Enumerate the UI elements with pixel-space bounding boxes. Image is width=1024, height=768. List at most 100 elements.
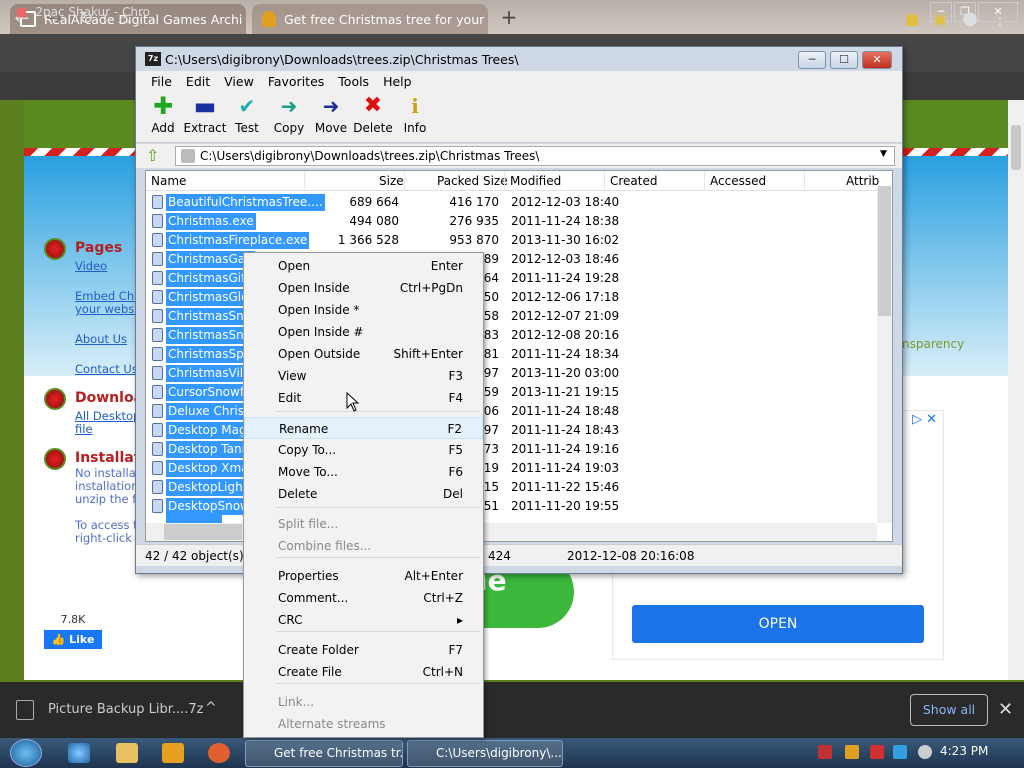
context-item-open-inside[interactable]: Open Inside * [244, 299, 483, 321]
file-name: BeautifulChristmasTree.... [166, 194, 325, 211]
column-divider[interactable] [604, 171, 605, 191]
info-icon: i [411, 94, 419, 118]
taskbar-task-chrome[interactable]: Get free Christmas tr... [245, 740, 403, 767]
menu-help[interactable]: Help [376, 71, 419, 91]
context-item-label: Open Inside * [278, 303, 360, 317]
context-item-open-inside[interactable]: Open Inside # [244, 321, 483, 343]
context-item-open-inside[interactable]: Open Inside Ctrl+PgDn [244, 277, 483, 299]
column-divider[interactable] [404, 171, 405, 191]
tray-search-icon[interactable] [845, 745, 859, 759]
context-item-view[interactable]: View F3 [244, 365, 483, 387]
column-divider[interactable] [304, 171, 305, 191]
tray-antivirus-icon[interactable] [818, 745, 832, 759]
contact-link[interactable]: Contact Us [75, 362, 138, 376]
info-button[interactable]: i Info [393, 95, 437, 135]
context-item-move-to[interactable]: Move To... F6 [244, 461, 483, 483]
context-item-edit[interactable]: Edit F4 [244, 387, 483, 409]
tray-flag-icon[interactable] [870, 745, 884, 759]
paint-icon[interactable] [208, 743, 230, 763]
col-accessed[interactable]: Accessed [710, 174, 766, 188]
move-button[interactable]: ➜ Move [309, 95, 353, 135]
context-item-alternate-streams[interactable]: Alternate streams [244, 713, 483, 735]
menu-tools[interactable]: Tools [331, 71, 376, 91]
video-link[interactable]: Video [75, 259, 107, 273]
column-divider[interactable] [804, 171, 805, 191]
ad-choices-icon[interactable]: ▷ ✕ [912, 412, 937, 427]
col-packed-size[interactable]: Packed Size [437, 174, 508, 188]
context-item-delete[interactable]: Delete Del [244, 483, 483, 505]
context-item-create-file[interactable]: Create File Ctrl+N [244, 661, 483, 683]
list-horizontal-thumb[interactable] [164, 524, 242, 540]
explorer-folder-icon[interactable] [116, 743, 138, 763]
context-item-label: Properties [278, 569, 339, 583]
col-size[interactable]: Size [379, 174, 404, 188]
context-item-crc[interactable]: CRC ▸ [244, 609, 483, 631]
tray-volume-icon[interactable] [918, 745, 932, 759]
context-item-copy-to[interactable]: Copy To... F5 [244, 439, 483, 461]
context-item-open-outside[interactable]: Open Outside Shift+Enter [244, 343, 483, 365]
chevron-up-icon[interactable]: ^ [205, 700, 217, 716]
close-icon[interactable]: ✕ [998, 699, 1013, 720]
taskbar-task-7zip[interactable]: C:\Users\digibrony\... [407, 740, 563, 767]
context-item-create-folder[interactable]: Create Folder F7 [244, 639, 483, 661]
col-created[interactable]: Created [610, 174, 658, 188]
page-scrollbar-thumb[interactable] [1011, 125, 1021, 170]
delete-button[interactable]: ✖ Delete [351, 95, 395, 136]
bookmark-item[interactable]: ■ 2pac Shakur - Chro [16, 5, 150, 19]
embed-link-2[interactable]: your websi [75, 302, 137, 316]
media-player-icon[interactable] [162, 743, 184, 763]
kebab-menu-icon[interactable]: ⋮ [988, 8, 1012, 30]
up-folder-icon[interactable]: ⇧ [146, 147, 164, 165]
menu-view[interactable]: View [217, 71, 261, 91]
ad-open-button[interactable]: OPEN [632, 605, 924, 643]
test-button[interactable]: ✔ Test [225, 95, 269, 135]
chevron-down-icon[interactable]: ▼ [880, 149, 887, 159]
context-item-properties[interactable]: Properties Alt+Enter [244, 565, 483, 587]
facebook-like-button[interactable]: 👍 Like [44, 630, 102, 649]
about-link[interactable]: About Us [75, 332, 127, 346]
show-all-button[interactable]: Show all [910, 694, 988, 726]
start-button-icon[interactable] [10, 739, 42, 767]
file-link[interactable]: file [75, 422, 93, 436]
new-tab-plus-icon[interactable]: + [498, 6, 520, 28]
table-row[interactable]: ChristmasFireplace.exe 1 366 528 953 870 20… [147, 231, 877, 250]
extract-button[interactable]: ▬ Extract [183, 94, 227, 135]
close-window-icon[interactable]: ✕ [862, 51, 892, 69]
download-item[interactable]: Picture Backup Libr....7z [48, 702, 204, 717]
copy-button[interactable]: ➜ Copy [267, 95, 311, 135]
column-divider[interactable] [504, 171, 505, 191]
add-button[interactable]: ✚ Add [141, 94, 185, 135]
page-scrollbar[interactable] [1008, 100, 1024, 680]
minimize-icon[interactable]: ─ [798, 51, 826, 69]
context-item-split-file[interactable]: Split file... [244, 513, 483, 535]
menu-favorites[interactable]: Favorites [261, 71, 331, 91]
col-modified[interactable]: Modified [510, 174, 561, 188]
extension-square-icon[interactable]: ▣ [928, 8, 952, 30]
context-item-label: Create Folder [278, 643, 359, 657]
tray-network-icon[interactable] [893, 745, 907, 759]
all-desktop-link[interactable]: All Desktop [75, 409, 140, 423]
table-row[interactable]: BeautifulChristmasTree.... 689 664 416 170… [147, 193, 877, 212]
context-item-open[interactable]: Open Enter [244, 255, 483, 277]
col-attrib[interactable]: Attrib [846, 174, 879, 188]
context-item-rename[interactable]: Rename F2 [244, 417, 483, 439]
context-item-comment[interactable]: Comment... Ctrl+Z [244, 587, 483, 609]
col-name[interactable]: Name [151, 174, 186, 188]
maximize-icon[interactable]: ☐ [830, 51, 858, 69]
context-item-label: Open Inside # [278, 325, 364, 339]
extension-puzzle-icon[interactable]: ■ [900, 8, 924, 30]
info-label: Info [403, 121, 427, 135]
list-vertical-thumb[interactable] [878, 186, 891, 316]
menu-edit[interactable]: Edit [179, 71, 217, 91]
address-field[interactable]: C:\Users\digibrony\Downloads\trees.zip\C… [175, 146, 895, 166]
toolbar: ✚ Add ▬ Extract ✔ Test ➜ Copy ➜ Move ✖ D… [136, 91, 902, 143]
column-divider[interactable] [704, 171, 705, 191]
context-item-link[interactable]: Link... [244, 691, 483, 713]
menu-file[interactable]: File [144, 71, 179, 91]
table-row[interactable]: Christmas.exe 494 080 276 935 2011-11-24 18… [147, 212, 877, 231]
browser-tab-2[interactable]: Get free Christmas tree for your d ✕ [252, 4, 488, 34]
profile-avatar-icon[interactable]: ● [958, 8, 982, 30]
embed-link[interactable]: Embed Chr [75, 289, 139, 303]
context-item-combine-files[interactable]: Combine files... [244, 535, 483, 557]
ie-icon[interactable] [68, 743, 90, 763]
